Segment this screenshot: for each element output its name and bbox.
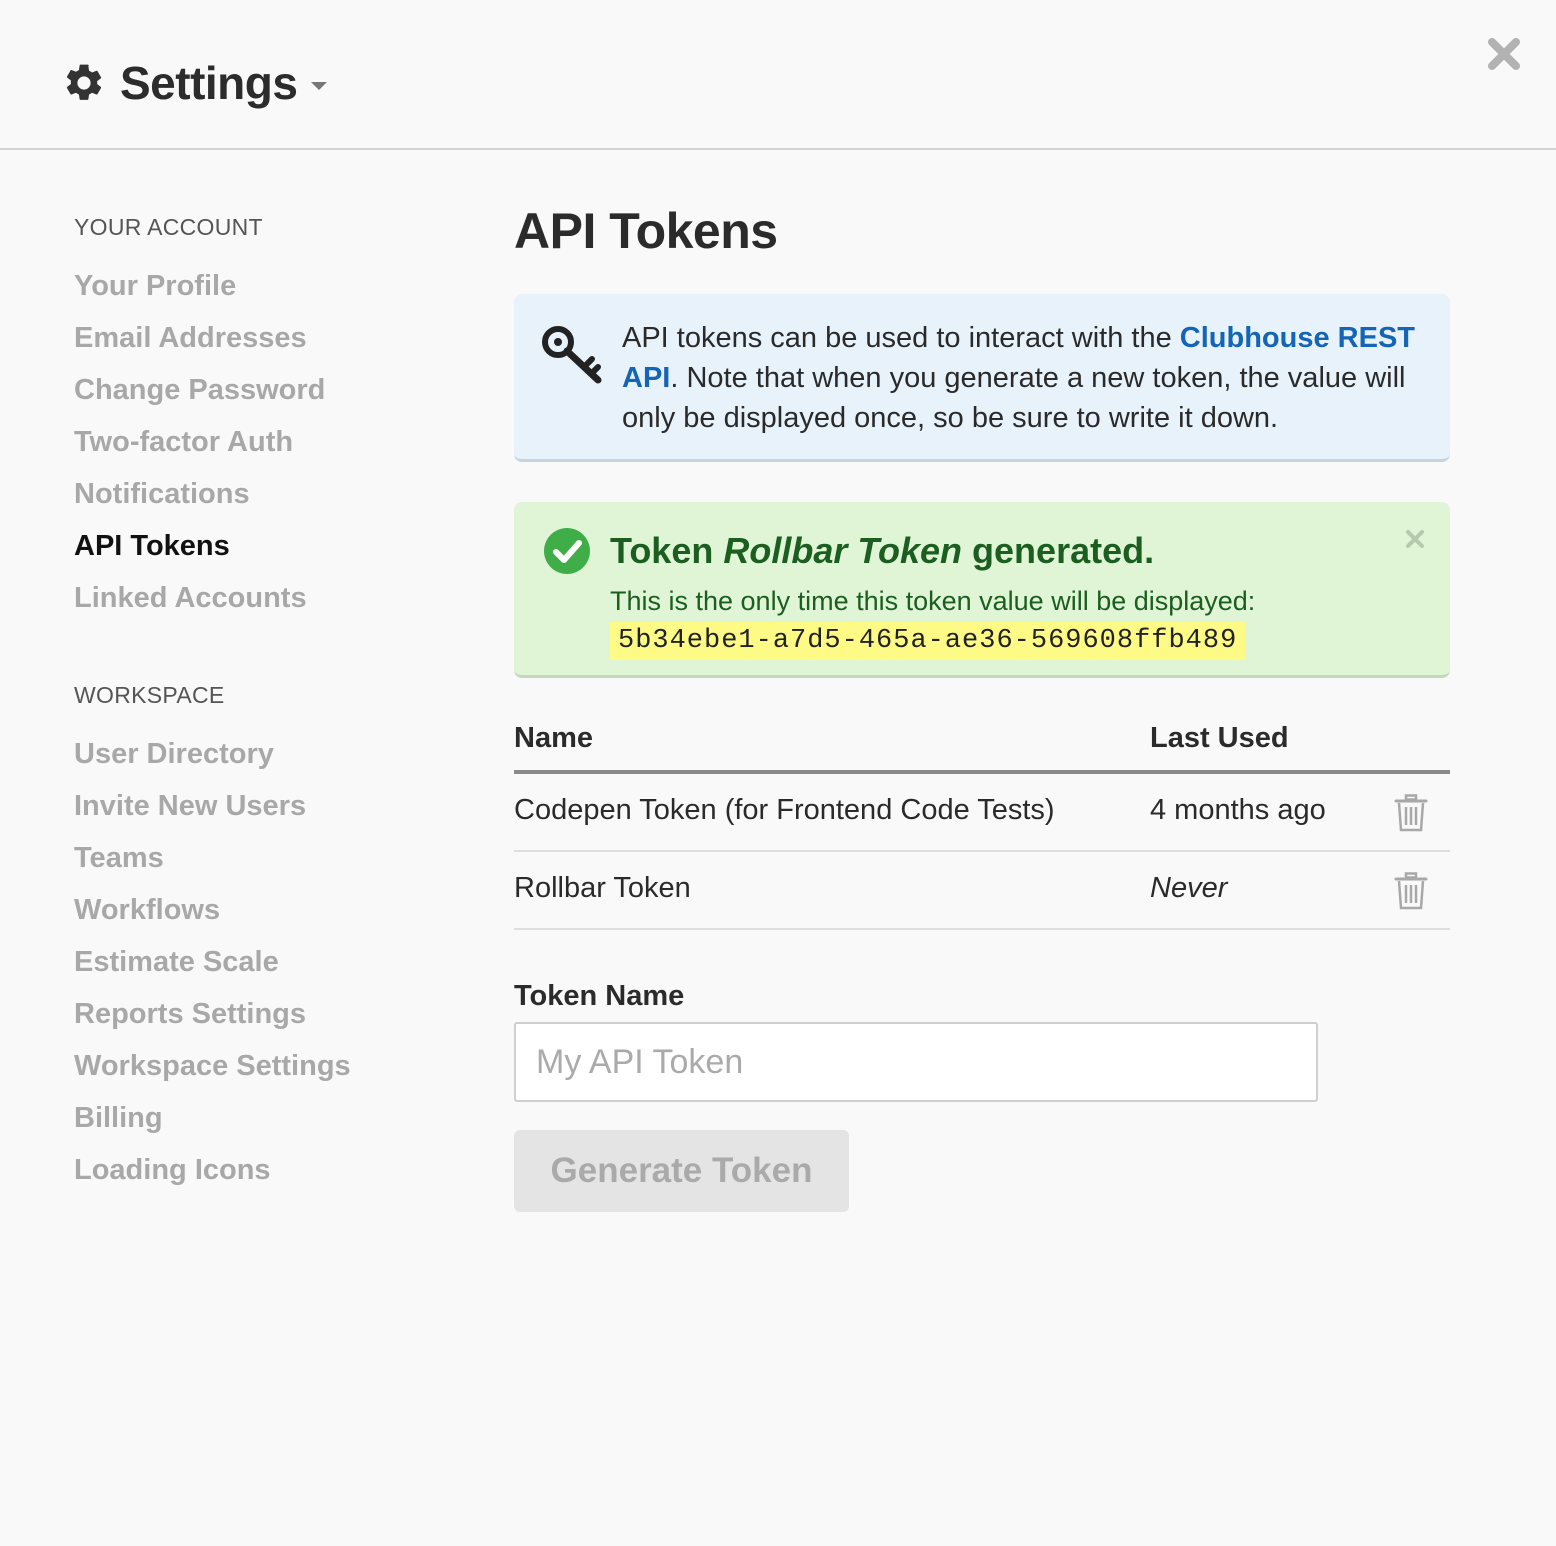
sidebar-item-workspace-settings[interactable]: Workspace Settings (74, 1040, 454, 1092)
token-name-label: Token Name (514, 980, 685, 1012)
settings-sidebar: YOUR ACCOUNT Your Profile Email Addresse… (74, 210, 454, 1196)
settings-menu-toggle[interactable]: Settings (62, 56, 329, 110)
sidebar-item-your-profile[interactable]: Your Profile (74, 260, 454, 312)
token-value[interactable]: 5b34ebe1-a7d5-465a-ae36-569608ffb489 (610, 622, 1246, 660)
sidebar-item-change-password[interactable]: Change Password (74, 364, 454, 416)
sidebar-item-reports-settings[interactable]: Reports Settings (74, 988, 454, 1040)
main-content: API Tokens API tokens can be used to int… (514, 196, 1450, 1212)
table-header: Name Last Used (514, 716, 1450, 774)
success-title-suffix: generated. (962, 530, 1155, 571)
workspace-heading: WORKSPACE (74, 682, 225, 708)
success-token-name: Rollbar Token (723, 530, 963, 571)
sidebar-item-invite-new-users[interactable]: Invite New Users (74, 780, 454, 832)
token-last-used-cell: 4 months ago (1150, 794, 1326, 826)
success-title: Token Rollbar Token generated. (610, 530, 1154, 572)
sidebar-item-loading-icons[interactable]: Loading Icons (74, 1144, 454, 1196)
settings-title: Settings (120, 57, 298, 109)
sidebar-item-linked-accounts[interactable]: Linked Accounts (74, 572, 454, 624)
your-account-heading: YOUR ACCOUNT (74, 214, 263, 240)
generate-token-button[interactable]: Generate Token (514, 1130, 849, 1212)
table-row: Codepen Token (for Frontend Code Tests) … (514, 774, 1450, 852)
token-name-input[interactable] (514, 1022, 1318, 1102)
key-icon (542, 326, 602, 384)
workspace-nav: User Directory Invite New Users Teams Wo… (74, 728, 454, 1196)
column-header-last-used: Last Used (1150, 722, 1289, 754)
tokens-table: Name Last Used Codepen Token (for Fronte… (514, 716, 1450, 930)
token-last-used-cell: Never (1150, 872, 1228, 904)
token-name-cell: Rollbar Token (514, 872, 691, 904)
new-token-form: Token Name Generate Token (514, 976, 1450, 1212)
check-circle-icon (544, 528, 590, 574)
sidebar-item-email-addresses[interactable]: Email Addresses (74, 312, 454, 364)
sidebar-item-estimate-scale[interactable]: Estimate Scale (74, 936, 454, 988)
sidebar-item-teams[interactable]: Teams (74, 832, 454, 884)
info-box: API tokens can be used to interact with … (514, 294, 1450, 462)
sidebar-item-notifications[interactable]: Notifications (74, 468, 454, 520)
account-nav: Your Profile Email Addresses Change Pass… (74, 260, 454, 624)
chevron-down-icon (311, 82, 328, 90)
column-header-name: Name (514, 722, 593, 754)
close-icon[interactable] (1484, 34, 1524, 74)
sidebar-item-billing[interactable]: Billing (74, 1092, 454, 1144)
success-title-prefix: Token (610, 530, 724, 571)
success-subtitle: This is the only time this token value w… (610, 586, 1256, 616)
settings-header: Settings (0, 0, 1556, 150)
table-row: Rollbar Token Never (514, 852, 1450, 930)
info-text: API tokens can be used to interact with … (622, 318, 1422, 438)
trash-icon[interactable] (1394, 794, 1428, 832)
info-text-after: . Note that when you generate a new toke… (622, 362, 1406, 434)
gear-icon (66, 64, 102, 100)
sidebar-item-user-directory[interactable]: User Directory (74, 728, 454, 780)
token-name-cell: Codepen Token (for Frontend Code Tests) (514, 794, 1055, 826)
sidebar-item-two-factor-auth[interactable]: Two-factor Auth (74, 416, 454, 468)
token-generated-alert: Token Rollbar Token generated. This is t… (514, 502, 1450, 678)
sidebar-item-workflows[interactable]: Workflows (74, 884, 454, 936)
info-text-before: API tokens can be used to interact with … (622, 322, 1180, 354)
page-title: API Tokens (514, 203, 778, 259)
trash-icon[interactable] (1394, 872, 1428, 910)
sidebar-item-api-tokens[interactable]: API Tokens (74, 520, 454, 572)
dismiss-icon[interactable] (1404, 528, 1426, 550)
